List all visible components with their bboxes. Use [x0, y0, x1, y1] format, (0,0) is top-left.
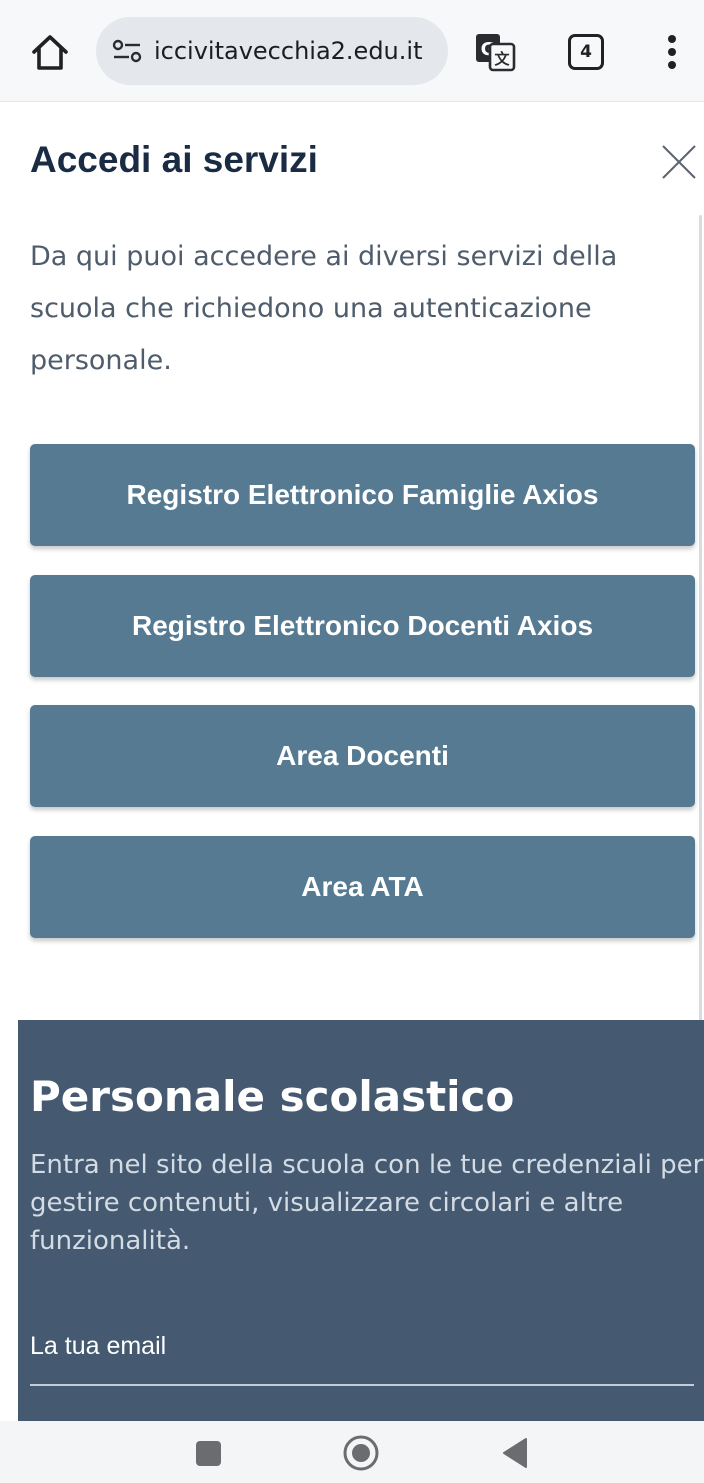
area-docenti-button[interactable]: Area Docenti [30, 705, 695, 807]
staff-login-title: Personale scolastico [30, 1072, 515, 1121]
staff-login-panel: Personale scolastico Entra nel sito dell… [18, 1020, 704, 1421]
close-icon[interactable] [660, 143, 698, 181]
email-field[interactable] [30, 1326, 694, 1386]
browser-toolbar: iccivitavecchia2.edu.it G 文 4 [0, 0, 704, 102]
home-circle-icon[interactable] [342, 1434, 380, 1472]
site-info-icon[interactable] [110, 34, 144, 68]
svg-text:文: 文 [494, 50, 510, 68]
translate-icon[interactable]: G 文 [474, 32, 516, 72]
registro-docenti-button[interactable]: Registro Elettronico Docenti Axios [30, 575, 695, 677]
recents-icon[interactable] [196, 1441, 221, 1466]
page-scrollbar[interactable] [699, 215, 702, 1105]
system-nav-bar [0, 1421, 704, 1483]
home-icon[interactable] [28, 30, 72, 74]
tab-switcher-button[interactable]: 4 [568, 34, 604, 70]
modal-title: Accedi ai servizi [30, 139, 318, 180]
area-ata-button[interactable]: Area ATA [30, 836, 695, 938]
staff-login-description: Entra nel sito della scuola con le tue c… [30, 1150, 704, 1256]
modal-intro-text: Da qui puoi accedere ai diversi servizi … [30, 241, 618, 376]
address-bar[interactable]: iccivitavecchia2.edu.it [96, 17, 448, 85]
registro-famiglie-button[interactable]: Registro Elettronico Famiglie Axios [30, 444, 695, 546]
page-content: Accedi ai servizi Da qui puoi accedere a… [0, 103, 704, 1421]
back-icon[interactable] [500, 1437, 528, 1469]
url-text: iccivitavecchia2.edu.it [154, 37, 423, 65]
more-vert-icon[interactable] [660, 32, 684, 72]
